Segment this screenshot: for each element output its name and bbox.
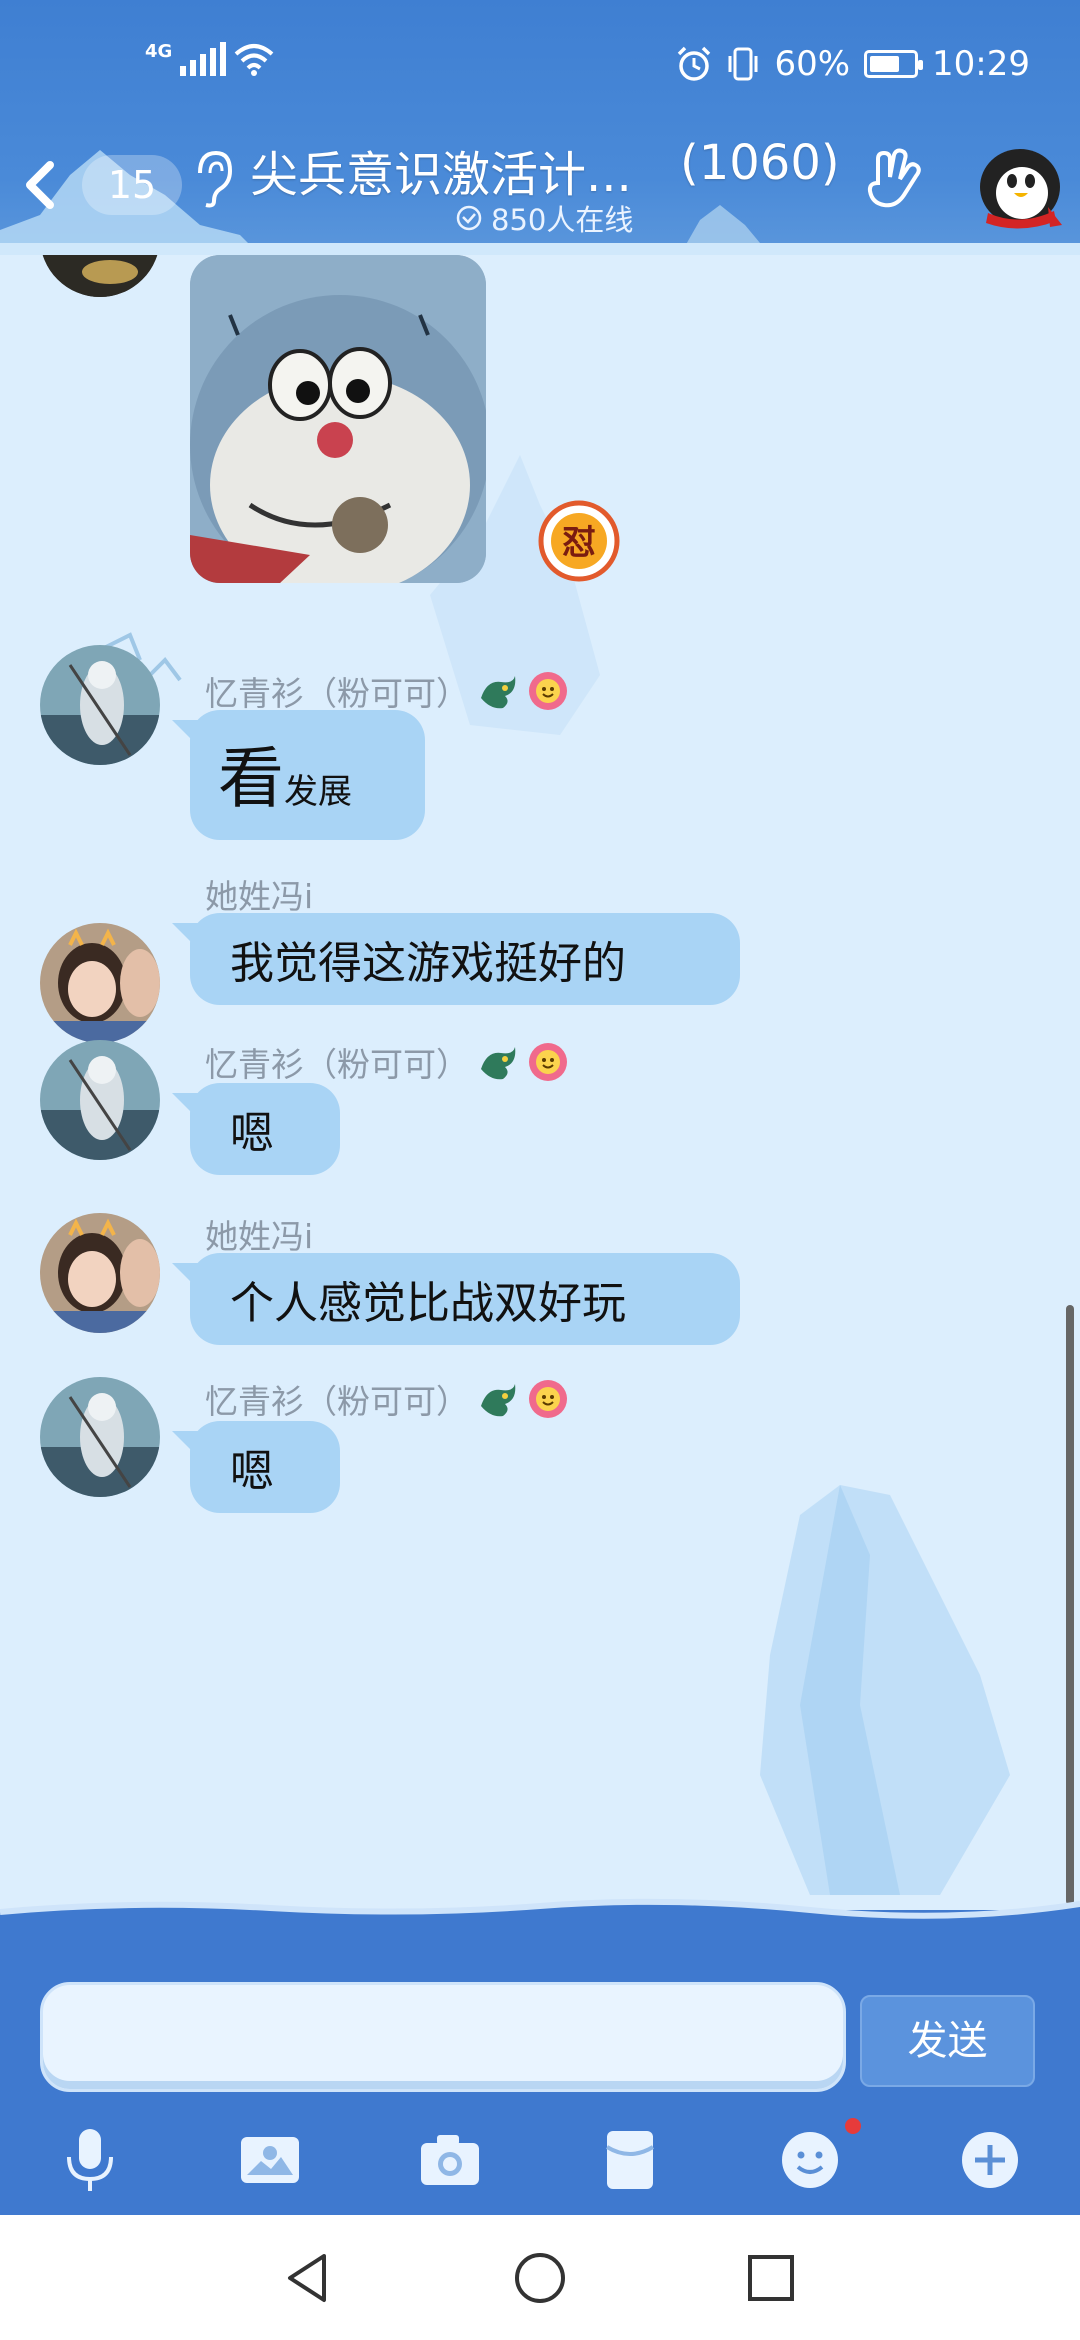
battery-percent: 60%: [774, 44, 851, 84]
send-button[interactable]: 发送: [860, 1995, 1035, 2087]
sender-name[interactable]: 忆青衫（粉可可）: [205, 1038, 469, 1086]
group-name[interactable]: 尖兵意识激活计...: [250, 135, 632, 205]
message-text: 我觉得这游戏挺好的: [230, 938, 626, 989]
flower-badge-icon: [529, 672, 567, 710]
message-bubble[interactable]: 看 发展: [190, 710, 425, 840]
avatar[interactable]: [40, 923, 160, 1043]
sender-row: 忆青衫（粉可可）: [205, 1375, 569, 1423]
online-check-icon: [456, 205, 482, 231]
avatar[interactable]: [40, 1213, 160, 1333]
message-text-small: 发展: [284, 772, 352, 812]
battery-fill: [870, 56, 899, 72]
message-bubble[interactable]: 我觉得这游戏挺好的: [190, 913, 740, 1005]
sender-row: 她姓冯i: [205, 1210, 313, 1258]
alarm-icon: [678, 46, 711, 81]
signal-strength-icon: [180, 42, 227, 76]
sticker-message[interactable]: [190, 255, 486, 583]
online-count: 850人在线: [491, 203, 634, 237]
message-list[interactable]: 怼 忆青衫（粉可可） 看 发展 她姓冯i 我觉得这游戏挺好的 忆青衫（粉可可） …: [0, 255, 1080, 1910]
avatar-image: [40, 645, 160, 765]
input-panel: 发送: [0, 1898, 1080, 2215]
back-arrow-icon[interactable]: [14, 155, 64, 215]
wave-decoration: [0, 1898, 1080, 1930]
flower-badge-icon: [529, 1380, 567, 1418]
sender-row: 忆青衫（粉可可）: [205, 667, 569, 715]
avatar-image: [40, 923, 160, 1043]
dragon-badge-icon: [481, 1384, 516, 1417]
vibrate-icon: [728, 47, 758, 81]
recents-nav-icon[interactable]: [743, 2250, 799, 2306]
chat-header: 4G 60% 10:29 15 尖兵意识激活计... (1060) 850人在线: [0, 0, 1080, 255]
dragon-badge-icon: [481, 1047, 516, 1080]
status-bar: 4G 60% 10:29: [0, 0, 1080, 130]
message-text: 嗯: [230, 1446, 274, 1497]
message-text-large: 看: [218, 740, 284, 817]
ear-icon[interactable]: [190, 147, 236, 211]
notification-dot: [845, 2118, 861, 2134]
sender-name[interactable]: 她姓冯i: [205, 1210, 313, 1258]
home-nav-icon[interactable]: [512, 2250, 568, 2306]
flower-badge-icon: [529, 1043, 567, 1081]
image-icon[interactable]: [235, 2125, 305, 2195]
input-toolbar: [0, 2115, 1080, 2215]
plus-icon[interactable]: [955, 2125, 1025, 2195]
sender-name[interactable]: 忆青衫（粉可可）: [205, 667, 469, 715]
sender-name[interactable]: 她姓冯i: [205, 870, 313, 918]
status-right-group: 60% 10:29: [676, 44, 1030, 84]
avatar-image: [40, 1040, 160, 1160]
system-nav-bar: [0, 2215, 1080, 2340]
microphone-icon[interactable]: [55, 2125, 125, 2195]
emoji-icon[interactable]: [775, 2125, 845, 2195]
message-bubble[interactable]: 嗯: [190, 1083, 340, 1175]
back-nav-icon[interactable]: [280, 2250, 336, 2306]
clock: 10:29: [932, 44, 1030, 84]
unread-count-badge[interactable]: 15: [82, 155, 182, 215]
sender-row: 忆青衫（粉可可）: [205, 1038, 569, 1086]
camera-icon[interactable]: [415, 2125, 485, 2195]
message-text: 嗯: [230, 1108, 274, 1159]
message-bubble[interactable]: 个人感觉比战双好玩: [190, 1253, 740, 1345]
member-count[interactable]: (1060): [680, 135, 840, 191]
avatar-image: [40, 1377, 160, 1497]
signal-group: 4G: [145, 41, 274, 76]
avatar[interactable]: [40, 645, 160, 765]
sender-name[interactable]: 忆青衫（粉可可）: [205, 1375, 469, 1423]
red-packet-icon[interactable]: [595, 2125, 665, 2195]
scrollbar[interactable]: [1066, 1305, 1074, 1905]
battery-icon: [864, 50, 924, 78]
network-type: 4G: [145, 41, 173, 62]
doraemon-sticker: [190, 255, 486, 583]
message-input[interactable]: [40, 1982, 846, 2092]
sender-row: 她姓冯i: [205, 870, 313, 918]
online-status: 850人在线: [455, 197, 633, 239]
dragon-badge-icon: [481, 676, 516, 709]
penguin-avatar-icon[interactable]: [970, 135, 1065, 235]
message-bubble[interactable]: 嗯: [190, 1421, 340, 1513]
avatar[interactable]: [40, 1040, 160, 1160]
message-text: 个人感觉比战双好玩: [230, 1278, 626, 1329]
reaction-badge-icon[interactable]: 怼: [538, 500, 620, 582]
avatar[interactable]: [40, 1377, 160, 1497]
svg-text:怼: 怼: [562, 523, 596, 563]
hand-gesture-icon[interactable]: [860, 145, 930, 215]
avatar-image: [40, 1213, 160, 1333]
title-bar: 15 尖兵意识激活计... (1060) 850人在线: [0, 125, 1080, 245]
wifi-icon: [234, 44, 274, 76]
